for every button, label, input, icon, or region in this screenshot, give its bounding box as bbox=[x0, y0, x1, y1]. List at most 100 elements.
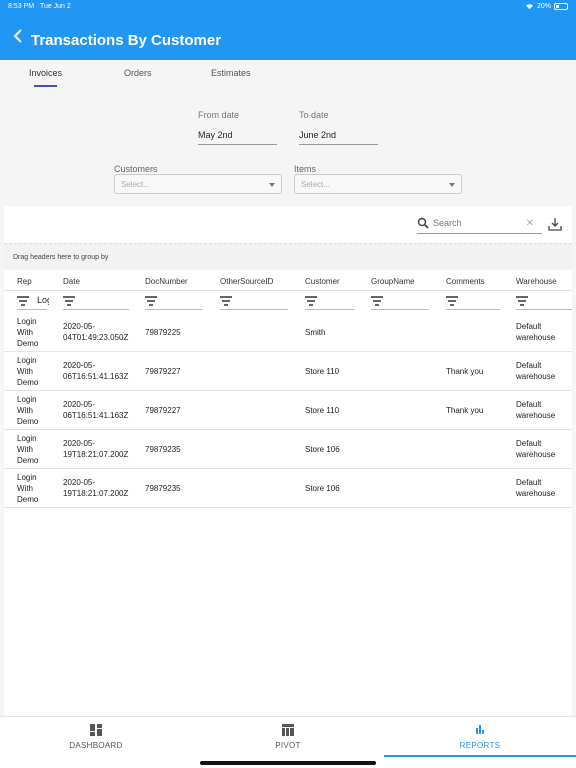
table-row[interactable]: Login With Demo 2020-05-19T18:21:07.200Z… bbox=[4, 469, 572, 508]
filter-groupname[interactable] bbox=[371, 293, 429, 311]
pivot-table-icon bbox=[282, 724, 294, 736]
nav-reports-label: REPORTS bbox=[459, 741, 501, 750]
filter-customer[interactable] bbox=[305, 293, 355, 311]
from-date-value[interactable]: May 2nd bbox=[198, 130, 277, 140]
table-row[interactable]: Login With Demo 2020-05-19T18:21:07.200Z… bbox=[4, 430, 572, 469]
status-bar: 8:53 PM Tue Jun 2 20% bbox=[0, 0, 576, 14]
cell-docnumber: 79879227 bbox=[145, 406, 181, 415]
home-indicator[interactable] bbox=[200, 761, 376, 765]
cell-date: 2020-05-19T18:21:07.200Z bbox=[63, 478, 129, 498]
status-right: 20% bbox=[525, 3, 568, 10]
cell-rep: Login With Demo bbox=[17, 434, 39, 465]
nav-dashboard-label: DASHBOARD bbox=[69, 741, 123, 750]
cell-customer: Store 110 bbox=[305, 367, 340, 376]
app-bar: Transactions By Customer bbox=[0, 14, 576, 60]
customers-select[interactable]: Customers Select... bbox=[114, 164, 282, 194]
cell-customer: Store 106 bbox=[305, 445, 340, 454]
tab-estimates[interactable]: Estimates bbox=[211, 68, 251, 78]
filter-rep[interactable]: Log bbox=[17, 293, 49, 311]
cell-warehouse: Default warehouse bbox=[516, 439, 556, 459]
items-select[interactable]: Items Select... bbox=[294, 164, 462, 194]
cell-warehouse: Default warehouse bbox=[516, 322, 556, 342]
customers-label: Customers bbox=[114, 164, 158, 174]
table-row[interactable]: Login With Demo 2020-05-06T16:51:41.163Z… bbox=[4, 391, 572, 430]
search-input[interactable] bbox=[433, 218, 523, 228]
chevron-down-icon bbox=[449, 183, 455, 187]
filter-icon bbox=[516, 296, 528, 306]
to-date-value[interactable]: June 2nd bbox=[299, 130, 378, 140]
nav-dashboard[interactable]: DASHBOARD bbox=[0, 717, 192, 768]
filter-icon bbox=[371, 296, 383, 306]
filter-othersourceid[interactable] bbox=[220, 293, 288, 311]
items-label: Items bbox=[294, 164, 317, 174]
from-date-label: From date bbox=[198, 110, 240, 120]
cell-customer: Store 106 bbox=[305, 484, 340, 493]
cell-rep: Login With Demo bbox=[17, 395, 39, 426]
battery-percent: 20% bbox=[536, 3, 551, 10]
column-header-groupname[interactable]: GroupName bbox=[371, 277, 415, 286]
filter-icon bbox=[305, 296, 317, 306]
battery-icon bbox=[554, 3, 568, 10]
report-tabs: Invoices Orders Estimates bbox=[0, 60, 576, 90]
transactions-grid: ✕ Drag headers here to group by Rep Date… bbox=[4, 206, 572, 716]
cell-docnumber: 79879225 bbox=[145, 328, 181, 337]
cell-docnumber: 79879235 bbox=[145, 484, 181, 493]
to-date-field[interactable]: To date June 2nd bbox=[299, 110, 378, 148]
column-header-warehouse[interactable]: Warehouse bbox=[516, 277, 557, 286]
chevron-down-icon bbox=[269, 183, 275, 187]
bottom-navigation: DASHBOARD PIVOT REPORTS bbox=[0, 716, 576, 768]
cell-rep: Login With Demo bbox=[17, 473, 39, 504]
cell-rep: Login With Demo bbox=[17, 317, 39, 348]
cell-docnumber: 79879235 bbox=[145, 445, 181, 454]
column-header-date[interactable]: Date bbox=[63, 277, 80, 286]
tab-indicator bbox=[34, 85, 57, 87]
cell-date: 2020-05-06T16:51:41.163Z bbox=[63, 361, 129, 381]
cell-rep: Login With Demo bbox=[17, 356, 39, 387]
filter-date[interactable] bbox=[63, 293, 129, 311]
filter-icon bbox=[63, 296, 75, 306]
cell-comments: Thank you bbox=[446, 367, 484, 376]
cell-date: 2020-05-04T01:49:23.050Z bbox=[63, 322, 129, 342]
tab-orders[interactable]: Orders bbox=[124, 68, 152, 78]
nav-active-indicator bbox=[384, 755, 576, 757]
tab-invoices[interactable]: Invoices bbox=[29, 68, 62, 78]
filter-comments[interactable] bbox=[446, 293, 500, 311]
back-icon[interactable] bbox=[12, 26, 30, 48]
cell-customer: Store 110 bbox=[305, 406, 340, 415]
cell-warehouse: Default warehouse bbox=[516, 361, 556, 381]
cell-warehouse: Default warehouse bbox=[516, 478, 556, 498]
column-header-comments[interactable]: Comments bbox=[446, 277, 485, 286]
filter-warehouse[interactable] bbox=[516, 293, 572, 311]
clear-icon[interactable]: ✕ bbox=[526, 218, 534, 229]
download-icon[interactable] bbox=[548, 217, 562, 231]
group-panel[interactable]: Drag headers here to group by bbox=[4, 243, 572, 270]
nav-reports[interactable]: REPORTS bbox=[384, 717, 576, 768]
filter-docnumber[interactable] bbox=[145, 293, 203, 311]
filter-rep-value[interactable]: Log bbox=[37, 295, 49, 305]
page-title: Transactions By Customer bbox=[31, 32, 222, 49]
status-time: 8:53 PM Tue Jun 2 bbox=[8, 3, 71, 10]
filter-icon bbox=[145, 296, 157, 306]
column-header-rep[interactable]: Rep bbox=[17, 277, 32, 286]
cell-customer: Smith bbox=[305, 328, 326, 337]
bar-chart-icon bbox=[476, 725, 484, 734]
filter-icon bbox=[220, 296, 232, 306]
customers-select-box[interactable]: Select... bbox=[114, 174, 282, 194]
table-row[interactable]: Login With Demo 2020-05-04T01:49:23.050Z… bbox=[4, 313, 572, 352]
dashboard-icon bbox=[90, 724, 102, 736]
filter-icon bbox=[17, 296, 29, 306]
column-header-othersourceid[interactable]: OtherSourceID bbox=[220, 277, 273, 286]
cell-date: 2020-05-19T18:21:07.200Z bbox=[63, 439, 129, 459]
filter-icon bbox=[446, 296, 458, 306]
column-header-customer[interactable]: Customer bbox=[305, 277, 340, 286]
cell-warehouse: Default warehouse bbox=[516, 400, 556, 420]
customers-placeholder: Select... bbox=[121, 180, 150, 189]
from-date-field[interactable]: From date May 2nd bbox=[198, 110, 277, 148]
cell-comments: Thank you bbox=[446, 406, 484, 415]
search-icon bbox=[417, 217, 429, 229]
group-panel-hint: Drag headers here to group by bbox=[13, 254, 109, 261]
items-select-box[interactable]: Select... bbox=[294, 174, 462, 194]
grid-search[interactable]: ✕ bbox=[417, 216, 542, 234]
column-header-docnumber[interactable]: DocNumber bbox=[145, 277, 188, 286]
table-row[interactable]: Login With Demo 2020-05-06T16:51:41.163Z… bbox=[4, 352, 572, 391]
